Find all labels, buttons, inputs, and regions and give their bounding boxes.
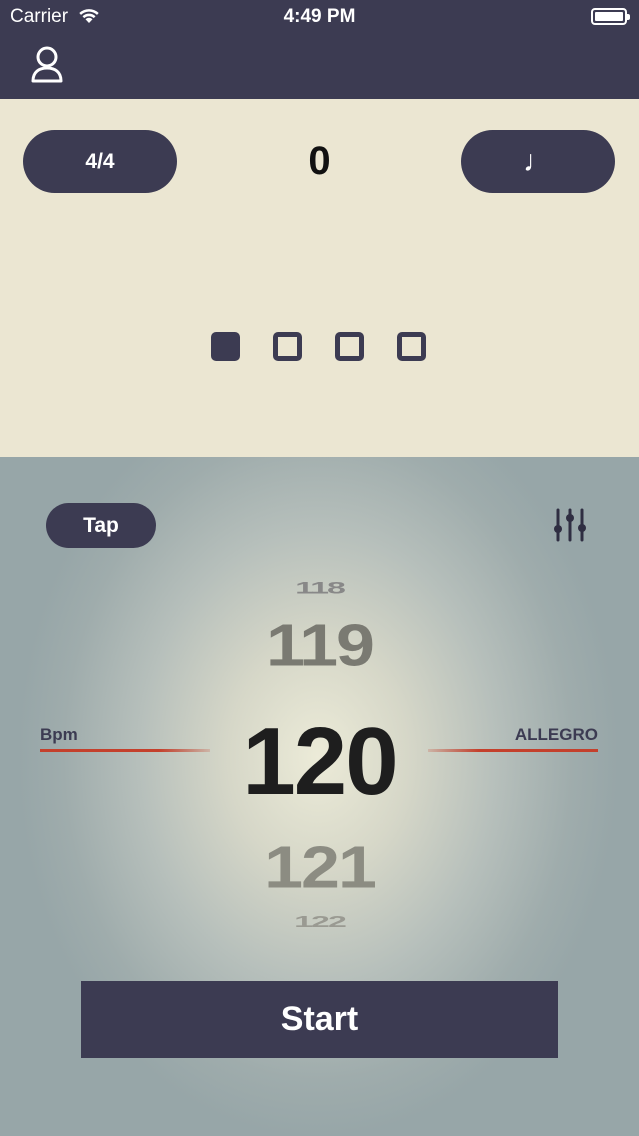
person-icon [31, 46, 63, 83]
note-value-button[interactable]: ♩ [461, 130, 615, 193]
top-bar: Carrier 4:49 PM [0, 0, 639, 99]
tempo-option-122[interactable]: 122 [0, 914, 639, 929]
beat-indicator-1[interactable] [211, 332, 240, 361]
battery-icon [591, 8, 630, 25]
sliders-icon [554, 508, 586, 542]
beat-indicator-3[interactable] [335, 332, 364, 361]
bpm-underline [40, 749, 210, 752]
tempo-name-label: ALLEGRO [514, 725, 598, 744]
tempo-name-underline [428, 749, 598, 752]
settings-button[interactable] [552, 507, 588, 543]
status-bar: Carrier 4:49 PM [0, 0, 639, 36]
tempo-option-119[interactable]: 119 [0, 611, 639, 679]
tempo-panel: Tap 118 119 120 121 122 Bpm ALLEGRO Star… [0, 457, 639, 1136]
tempo-current-value[interactable]: 120 [0, 707, 639, 817]
tempo-option-121[interactable]: 121 [0, 833, 639, 901]
profile-button[interactable] [28, 44, 66, 84]
tap-tempo-button[interactable]: Tap [46, 503, 156, 548]
start-button[interactable]: Start [81, 981, 558, 1058]
clock: 4:49 PM [283, 6, 356, 27]
bpm-label: Bpm [40, 725, 78, 744]
beat-indicators [211, 332, 426, 361]
beat-indicator-4[interactable] [397, 332, 426, 361]
meter-panel: 4/4 0 ♩ [0, 99, 639, 457]
beat-indicator-2[interactable] [273, 332, 302, 361]
tempo-option-118[interactable]: 118 [0, 580, 639, 597]
